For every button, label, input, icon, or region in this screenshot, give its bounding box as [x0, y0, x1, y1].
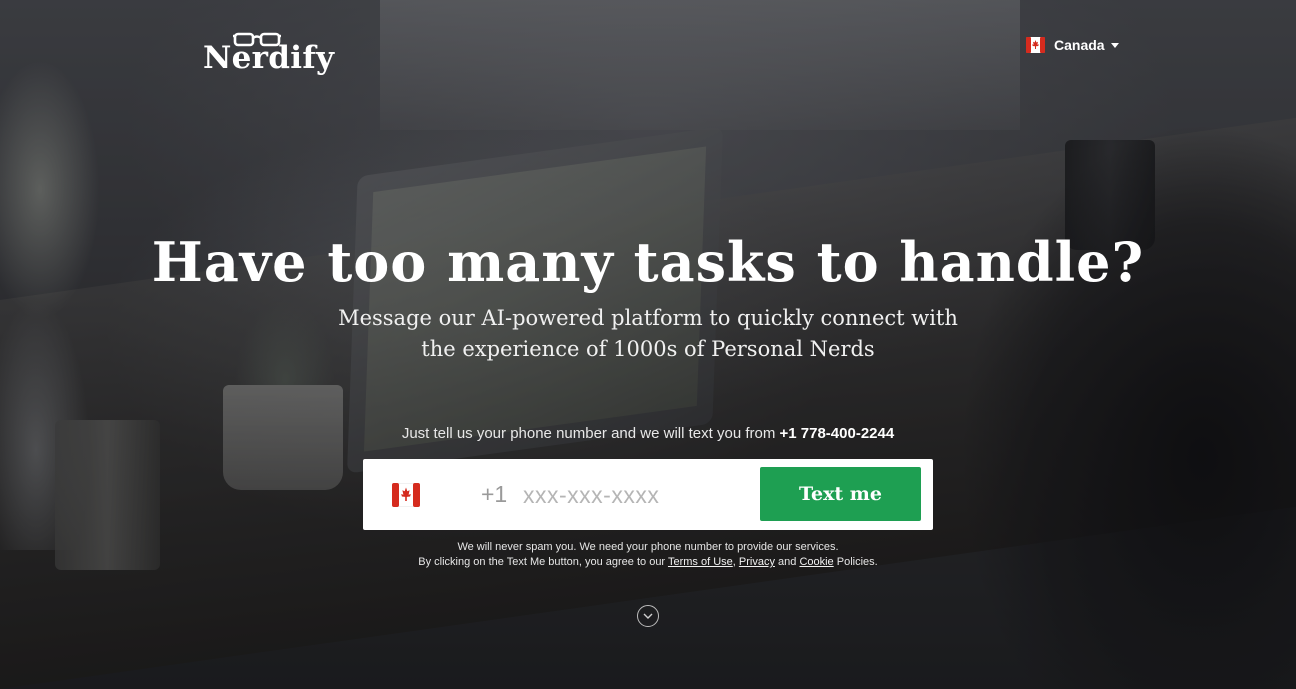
disclaimer: We will never spam you. We need your pho…: [0, 540, 1296, 570]
nerdify-logo[interactable]: Nerdify: [203, 32, 338, 80]
phone-input[interactable]: [523, 475, 745, 515]
dial-code: +1: [481, 481, 508, 507]
text-me-button[interactable]: Text me: [760, 467, 921, 521]
disclaimer-suffix: Policies.: [836, 556, 878, 568]
phone-instructions: Just tell us your phone number and we wi…: [0, 425, 1296, 442]
cookie-link[interactable]: Cookie: [799, 556, 833, 568]
disclaimer-and: and: [778, 556, 797, 568]
caret-down-icon: [1110, 42, 1119, 48]
country-label: Canada: [1054, 37, 1105, 53]
privacy-link[interactable]: Privacy: [739, 556, 775, 568]
hero-subline-line-2: the experience of 1000s of Personal Nerd…: [421, 337, 875, 361]
phone-form: +1 Text me: [363, 459, 933, 530]
canada-flag-icon: [1026, 37, 1045, 53]
logo-text: Nerdify: [203, 40, 335, 76]
disclaimer-prefix: By clicking on the Text Me button, you a…: [418, 556, 666, 568]
hero-subline: Message our AI-powered platform to quick…: [0, 303, 1296, 365]
disclaimer-line-1: We will never spam you. We need your pho…: [457, 541, 839, 553]
hero-subline-line-1: Message our AI-powered platform to quick…: [338, 306, 958, 330]
canada-flag-icon: [392, 483, 420, 507]
hero-headline: Have too many tasks to handle?: [151, 230, 1145, 294]
terms-of-use-link[interactable]: Terms of Use: [668, 556, 733, 568]
country-selector[interactable]: Canada: [1026, 35, 1119, 55]
chevron-down-icon: [643, 613, 653, 619]
phone-instructions-text: Just tell us your phone number and we wi…: [401, 425, 776, 442]
scroll-down-button[interactable]: [637, 605, 659, 627]
disclaimer-comma: ,: [732, 556, 736, 568]
sender-number: +1 778-400-2244: [779, 425, 895, 442]
dial-country-selector[interactable]: [388, 481, 424, 509]
disclaimer-line-2: By clicking on the Text Me button, you a…: [0, 555, 1296, 570]
